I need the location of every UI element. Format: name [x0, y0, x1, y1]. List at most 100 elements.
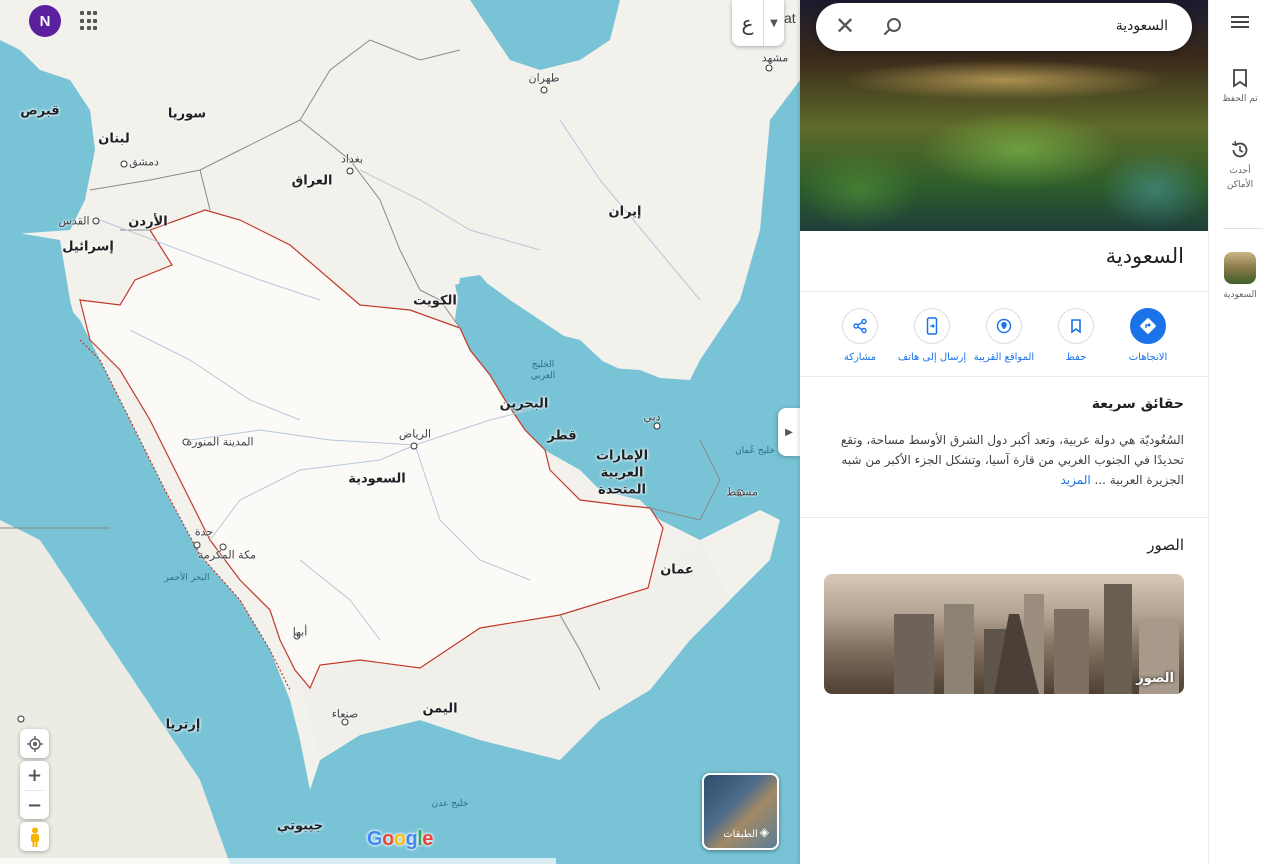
recent-place-label: السعودية — [1223, 290, 1257, 300]
google-logo: Google — [367, 828, 433, 850]
map-canvas[interactable]: قبرص سوريا لبنان العراق الأردن إسرائيل إ… — [0, 0, 800, 864]
map-corner-label: at — [784, 10, 796, 26]
photos-label: الصور — [1136, 671, 1174, 686]
action-label: إرسال إلى هاتف — [897, 352, 967, 363]
photo-skyline — [894, 584, 1179, 694]
hamburger-menu-icon — [1231, 16, 1249, 28]
city-label-mashhad: مشهد — [761, 51, 789, 65]
city-marker — [410, 442, 418, 450]
city-label-baghdad: بغداد — [340, 152, 364, 166]
place-title: السعودية — [1105, 244, 1184, 268]
save-button[interactable]: حفظ — [1040, 308, 1112, 363]
recent-place-thumbnail — [1224, 252, 1256, 284]
country-label-lebanon: لبنان — [98, 131, 130, 147]
action-label: حفظ — [1065, 352, 1087, 363]
country-label-israel: إسرائيل — [62, 239, 114, 255]
city-label-dubai: دبي — [643, 410, 661, 424]
city-marker — [346, 167, 354, 175]
city-marker — [92, 217, 100, 225]
close-icon[interactable]: ✕ — [834, 14, 856, 38]
country-label-qatar: قطر — [547, 428, 577, 444]
city-marker — [17, 715, 25, 723]
city-marker — [120, 160, 128, 168]
city-marker — [193, 541, 201, 549]
street-view-pegman-button[interactable] — [20, 822, 49, 851]
city-label-muscat: مسقط — [726, 485, 758, 499]
share-button[interactable]: مشاركة — [824, 308, 896, 363]
hero-image[interactable]: السعودية ✕ — [800, 0, 1208, 231]
share-icon — [853, 318, 867, 334]
saved-button[interactable]: تم الحفظ — [1209, 68, 1270, 106]
search-input[interactable]: السعودية — [1116, 18, 1168, 34]
quick-facts-heading: حقائق سريعة — [1091, 396, 1184, 412]
directions-button[interactable]: الاتجاهات — [1112, 308, 1184, 363]
recent-place-item[interactable]: السعودية — [1209, 252, 1270, 302]
country-label-eritrea: إرتريا — [165, 717, 201, 733]
bookmark-icon — [1233, 69, 1247, 88]
city-label-tehran: طهران — [528, 71, 560, 85]
quick-facts-body: السُعُوديّة هي دولة عربية، وتعد أكبر دول… — [840, 433, 1184, 487]
water-label-aden: خليج عدن — [431, 799, 469, 809]
recents-button[interactable]: أحدث الأماكن — [1209, 140, 1270, 192]
divider — [800, 517, 1208, 518]
history-icon — [1231, 141, 1248, 158]
city-label-damascus: دمشق — [129, 155, 159, 169]
search-bar[interactable]: السعودية ✕ — [816, 3, 1192, 51]
action-label: الاتجاهات — [1128, 352, 1168, 363]
city-label-sanaa: صنعاء — [331, 707, 359, 721]
country-label-bahrain: البحرين — [499, 396, 549, 412]
bookmark-icon — [1071, 319, 1081, 334]
my-location-icon — [26, 735, 43, 752]
city-marker — [540, 86, 548, 94]
rail-divider — [1223, 228, 1263, 229]
right-rail: تم الحفظ أحدث الأماكن السعودية — [1208, 0, 1270, 864]
country-label-yemen: اليمن — [422, 701, 458, 717]
city-label-mecca: مكة المكرمة — [197, 548, 257, 562]
nearby-icon — [996, 318, 1012, 334]
divider — [800, 376, 1208, 377]
place-panel: السعودية ✕ السعودية الاتجاهات حفظ المواق… — [800, 0, 1208, 864]
directions-icon — [1140, 318, 1156, 334]
quick-facts-text: السُعُوديّة هي دولة عربية، وتعد أكبر دول… — [836, 430, 1184, 490]
country-label-kuwait: الكويت — [413, 293, 457, 309]
country-label-oman: عمان — [660, 562, 694, 578]
photos-heading: الصور — [1147, 536, 1184, 554]
action-buttons: الاتجاهات حفظ المواقع القريبة إرسال إلى … — [824, 308, 1184, 363]
water-label-gulf: الخليج العربي — [530, 360, 556, 381]
pegman-icon — [30, 827, 39, 847]
water-label-oman-gulf: خليج عُمان — [735, 446, 775, 456]
input-language-button[interactable]: ع ▼ — [732, 0, 784, 46]
zoom-out-button[interactable]: − — [20, 791, 49, 820]
collapse-panel-button[interactable]: ▶ — [778, 408, 800, 456]
account-avatar[interactable]: N — [29, 5, 61, 37]
city-label-medina: المدينة المنورة — [186, 435, 254, 449]
search-icon[interactable] — [882, 16, 904, 38]
phone-icon — [926, 317, 938, 335]
layers-button[interactable]: الطبقات ◈ — [702, 773, 779, 850]
country-label-uae: الإمارات العربية المتحدة — [595, 448, 649, 498]
apps-grid-icon[interactable] — [80, 11, 100, 31]
my-location-button[interactable] — [20, 729, 49, 758]
send-to-phone-button[interactable]: إرسال إلى هاتف — [896, 308, 968, 363]
city-label-jerusalem: القدس — [58, 214, 90, 228]
country-label-syria: سوريا — [167, 106, 207, 122]
chevron-right-icon: ▶ — [785, 426, 793, 438]
city-label-abha: أبها — [292, 625, 308, 639]
menu-button[interactable] — [1209, 14, 1270, 30]
zoom-in-button[interactable]: + — [20, 761, 49, 790]
layers-icon: ◈ — [759, 825, 769, 839]
photos-thumbnail[interactable]: الصور — [824, 574, 1184, 694]
city-label-riyadh: الرياض — [398, 427, 432, 441]
country-label-cyprus: قبرص — [20, 103, 60, 119]
country-label-iraq: العراق — [291, 173, 333, 189]
zoom-controls: + − — [20, 761, 49, 819]
country-label-jordan: الأردن — [128, 214, 168, 230]
more-link[interactable]: المزيد — [1061, 473, 1091, 487]
action-label: المواقع القريبة — [973, 352, 1035, 363]
nearby-button[interactable]: المواقع القريبة — [968, 308, 1040, 363]
attribution-bar — [0, 858, 556, 864]
chevron-down-icon: ▼ — [770, 17, 778, 29]
action-label: مشاركة — [843, 352, 877, 363]
saved-label: تم الحفظ — [1222, 94, 1258, 104]
city-marker — [653, 422, 661, 430]
